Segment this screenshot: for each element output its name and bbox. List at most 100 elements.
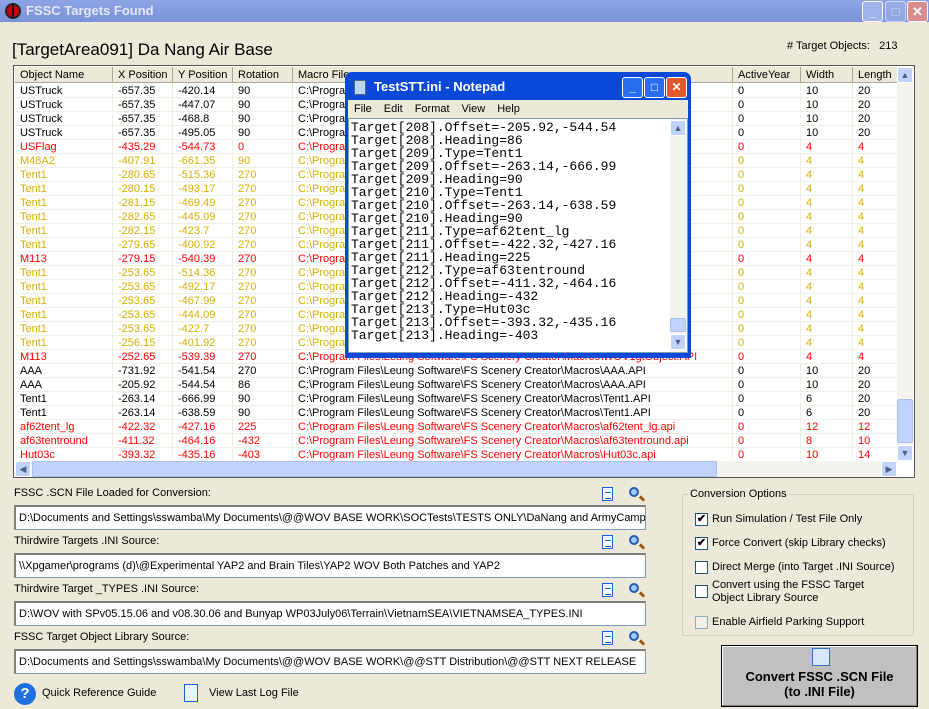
quick-reference-link[interactable]: Quick Reference Guide <box>42 687 156 699</box>
column-header[interactable]: ActiveYear <box>733 67 801 83</box>
notepad-close-button[interactable]: ✕ <box>666 77 687 98</box>
maximize-button[interactable]: □ <box>885 1 906 22</box>
table-cell: M48A2 <box>15 154 113 168</box>
table-cell: -420.14 <box>173 84 233 98</box>
table-cell: 4 <box>853 182 898 196</box>
browse-search-icon[interactable] <box>629 535 639 545</box>
browse-search-icon[interactable] <box>629 631 639 641</box>
table-cell: 0 <box>733 336 801 350</box>
option-checkbox[interactable] <box>695 616 708 629</box>
open-document-icon[interactable] <box>602 631 613 645</box>
column-header[interactable]: Object Name <box>15 67 113 83</box>
option-checkbox[interactable]: ✔ <box>695 513 708 526</box>
scroll-down-icon[interactable]: ▼ <box>897 445 913 461</box>
table-cell: -279.15 <box>113 252 173 266</box>
table-cell: 20 <box>853 378 898 392</box>
table-row[interactable]: AAA -731.92 -541.54 270 C:\Program Files\Leu… <box>15 364 898 378</box>
table-cell: 10 <box>801 84 853 98</box>
table-cell: Tent1 <box>15 322 113 336</box>
browse-search-icon[interactable] <box>629 487 639 497</box>
open-document-icon[interactable] <box>602 583 613 597</box>
target-count: # Target Objects: 213 <box>787 40 897 52</box>
view-log-link[interactable]: View Last Log File <box>209 687 299 699</box>
table-cell: 4 <box>801 210 853 224</box>
notepad-menu-help[interactable]: Help <box>497 103 520 115</box>
table-row[interactable]: AAA -205.92 -544.54 86 C:\Program Files\Leun… <box>15 378 898 392</box>
notepad-minimize-button[interactable]: _ <box>622 77 643 98</box>
notepad-icon <box>354 80 366 95</box>
scroll-thumb[interactable] <box>897 399 913 443</box>
path-input[interactable]: D:\WOV with SPv05.15.06 and v08.30.06 an… <box>14 601 646 626</box>
notepad-window[interactable]: TestSTT.ini - Notepad _ □ ✕ File Edit Form… <box>345 72 691 358</box>
table-cell: -514.36 <box>173 266 233 280</box>
table-cell: 0 <box>733 448 801 462</box>
target-count-label: # Target Objects: <box>787 40 870 52</box>
notepad-maximize-button[interactable]: □ <box>644 77 665 98</box>
horizontal-scrollbar[interactable]: ◀ ▶ <box>15 461 897 477</box>
target-area-title: [TargetArea091] Da Nang Air Base <box>12 40 273 59</box>
scroll-down-icon[interactable]: ▼ <box>670 334 686 350</box>
table-cell: 4 <box>853 154 898 168</box>
table-cell: Tent1 <box>15 224 113 238</box>
option-checkbox[interactable] <box>695 561 708 574</box>
browse-search-icon[interactable] <box>629 583 639 593</box>
table-cell: 12 <box>853 420 898 434</box>
option-checkbox[interactable] <box>695 585 708 598</box>
column-header[interactable]: X Position <box>113 67 173 83</box>
notepad-text-area[interactable]: Target[208].Offset=-205.92,-544.54 Target… <box>348 118 688 353</box>
table-cell: 4 <box>853 336 898 350</box>
scroll-right-icon[interactable]: ▶ <box>881 461 897 477</box>
notepad-menu-edit[interactable]: Edit <box>384 103 403 115</box>
scroll-left-icon[interactable]: ◀ <box>15 461 31 477</box>
path-input[interactable]: D:\Documents and Settings\sswamba\My Doc… <box>14 505 646 530</box>
open-document-icon[interactable] <box>602 535 613 549</box>
hscroll-thumb[interactable] <box>32 461 717 477</box>
scroll-up-icon[interactable]: ▲ <box>670 120 686 136</box>
table-row[interactable]: af62tent_lg -422.32 -427.16 225 C:\Program F… <box>15 420 898 434</box>
table-cell: 4 <box>801 168 853 182</box>
notepad-scrollbar[interactable]: ▲ ▼ <box>670 119 687 352</box>
table-row[interactable]: Tent1 -263.14 -666.99 90 C:\Program Files\Le… <box>15 392 898 406</box>
help-icon[interactable]: ? <box>14 683 36 705</box>
minimize-button[interactable]: _ <box>862 1 883 22</box>
notepad-menu-view[interactable]: View <box>462 103 486 115</box>
table-cell: -253.65 <box>113 308 173 322</box>
table-cell: af63tentround <box>15 434 113 448</box>
table-row[interactable]: af63tentround -411.32 -464.16 -432 C:\Progra… <box>15 434 898 448</box>
notepad-title: TestSTT.ini - Notepad <box>374 79 506 94</box>
column-header[interactable]: Rotation <box>233 67 293 83</box>
table-cell: 90 <box>233 126 293 140</box>
notepad-menu-format[interactable]: Format <box>415 103 450 115</box>
table-cell: -468.8 <box>173 112 233 126</box>
table-cell: 0 <box>733 182 801 196</box>
table-cell: 270 <box>233 252 293 266</box>
table-cell: 0 <box>733 140 801 154</box>
column-header[interactable]: Width <box>801 67 853 83</box>
table-cell: 0 <box>733 350 801 364</box>
path-input[interactable]: \\Xpgamer\programs (d)\@Experimental YAP… <box>14 553 646 578</box>
open-document-icon[interactable] <box>602 487 613 501</box>
option-checkbox[interactable]: ✔ <box>695 537 708 550</box>
table-row[interactable]: Tent1 -263.14 -638.59 90 C:\Program Files\Le… <box>15 406 898 420</box>
table-cell: 270 <box>233 168 293 182</box>
notepad-menu-file[interactable]: File <box>354 103 372 115</box>
path-input[interactable]: D:\Documents and Settings\sswamba\My Doc… <box>14 649 646 674</box>
table-cell: Tent1 <box>15 336 113 350</box>
table-cell: USTruck <box>15 98 113 112</box>
close-button[interactable]: ✕ <box>907 1 928 22</box>
table-cell: Tent1 <box>15 392 113 406</box>
table-cell: 4 <box>801 140 853 154</box>
scroll-up-icon[interactable]: ▲ <box>897 67 913 83</box>
field-label: Thirdwire Target _TYPES .INI Source: <box>14 583 200 595</box>
log-file-icon[interactable] <box>184 684 198 702</box>
notepad-scroll-thumb[interactable] <box>670 318 686 332</box>
table-cell: 270 <box>233 308 293 322</box>
vertical-scrollbar[interactable]: ▲ ▼ <box>897 67 913 461</box>
table-cell: 4 <box>853 266 898 280</box>
table-cell: 90 <box>233 98 293 112</box>
table-cell: -541.54 <box>173 364 233 378</box>
column-header[interactable]: Length <box>853 67 898 83</box>
table-cell: 0 <box>733 364 801 378</box>
table-row[interactable]: Hut03c -393.32 -435.16 -403 C:\Program Files… <box>15 448 898 462</box>
column-header[interactable]: Y Position <box>173 67 233 83</box>
